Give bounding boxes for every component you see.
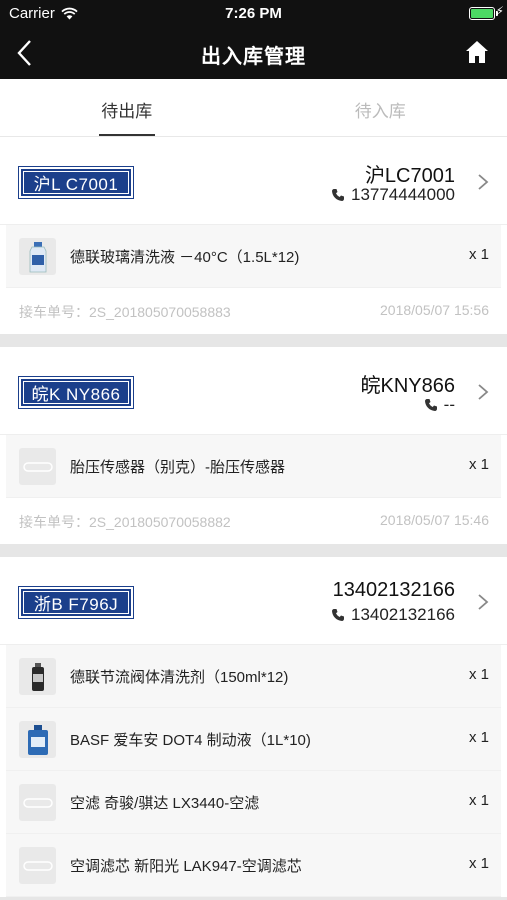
item-qty: x 1: [468, 729, 489, 746]
order-card: 沪L C7001 沪LC7001 13774444000 德联玻璃清洗液 －40…: [0, 137, 507, 334]
phone-line: 13402132166: [331, 605, 455, 625]
order-card: 浙B F796J 13402132166 13402132166 德联节流阀体清…: [0, 557, 507, 897]
license-plate: 沪L C7001: [18, 166, 134, 199]
status-bar: Carrier 7:26 PM ⚡: [0, 0, 507, 28]
item-qty: x 1: [468, 855, 489, 872]
status-time: 7:26 PM: [225, 5, 282, 22]
order-header[interactable]: 浙B F796J 13402132166 13402132166: [0, 557, 507, 645]
phone-icon: [424, 399, 437, 411]
order-footer: 接车单号：2S_201805070058882 2018/05/07 15:46: [0, 498, 507, 544]
list-item[interactable]: 胎压传感器（别克）-胎压传感器 x 1: [6, 435, 501, 498]
battery-icon: [469, 7, 498, 20]
license-plate: 浙B F796J: [18, 586, 134, 619]
phone-icon: [331, 609, 344, 621]
chevron-right-icon[interactable]: [477, 173, 489, 191]
item-name: 胎压传感器（别克）-胎压传感器: [70, 459, 285, 476]
item-name: 空滤 奇骏/骐达 LX3440-空滤: [70, 795, 260, 812]
tab-pending-inbound[interactable]: 待入库: [254, 79, 507, 136]
order-time: 2018/05/07 15:56: [380, 302, 489, 318]
order-number: 接车单号：2S_201805070058882: [19, 514, 231, 530]
list-item[interactable]: BASF 爱车安 DOT4 制动液（1L*10) x 1: [6, 708, 501, 771]
order-footer: 接车单号：2S_201805070058883 2018/05/07 15:56: [0, 288, 507, 334]
cleaner-can-icon: [19, 658, 56, 695]
page-title: 出入库管理: [201, 46, 306, 68]
item-name: 空调滤芯 新阳光 LAK947-空调滤芯: [70, 858, 302, 875]
charging-icon: ⚡: [495, 4, 504, 18]
list-item[interactable]: 德联节流阀体清洗剂（150ml*12) x 1: [6, 645, 501, 708]
nav-bar: 出入库管理: [0, 28, 507, 79]
phone-line: 13774444000: [331, 185, 455, 205]
washer-fluid-bottle-icon: [19, 238, 56, 275]
tab-bar: 待出库 待入库: [0, 79, 507, 137]
item-qty: x 1: [468, 246, 489, 263]
placeholder-image-icon: [19, 448, 56, 485]
phone-number: 13402132166: [350, 605, 455, 624]
item-name: BASF 爱车安 DOT4 制动液（1L*10): [70, 732, 311, 749]
phone-icon: [331, 189, 344, 201]
list-item[interactable]: 空滤 奇骏/骐达 LX3440-空滤 x 1: [6, 771, 501, 834]
item-name: 德联玻璃清洗液 －40°C（1.5L*12): [70, 249, 300, 266]
brake-fluid-bottle-icon: [19, 721, 56, 758]
order-card: 皖K NY866 皖KNY866 -- 胎压传感器（别克）-胎压传感器 x 1 …: [0, 347, 507, 544]
car-number: 皖KNY866: [360, 375, 456, 397]
home-icon[interactable]: [465, 40, 489, 64]
order-time: 2018/05/07 15:46: [380, 512, 489, 528]
order-number: 接车单号：2S_201805070058883: [19, 304, 231, 320]
license-plate: 皖K NY866: [18, 376, 134, 409]
tab-pending-outbound[interactable]: 待出库: [0, 79, 254, 136]
order-header[interactable]: 沪L C7001 沪LC7001 13774444000: [0, 137, 507, 225]
header: Carrier 7:26 PM ⚡ 出入库管理: [0, 0, 507, 79]
phone-number: --: [443, 395, 455, 414]
chevron-right-icon[interactable]: [477, 383, 489, 401]
item-qty: x 1: [468, 456, 489, 473]
item-qty: x 1: [468, 792, 489, 809]
order-header[interactable]: 皖K NY866 皖KNY866 --: [0, 347, 507, 435]
item-qty: x 1: [468, 666, 489, 683]
phone-line: --: [424, 395, 455, 415]
phone-number: 13774444000: [350, 185, 455, 204]
list-item[interactable]: 空调滤芯 新阳光 LAK947-空调滤芯 x 1: [6, 834, 501, 897]
car-number: 13402132166: [332, 579, 455, 601]
chevron-right-icon[interactable]: [477, 593, 489, 611]
car-number: 沪LC7001: [364, 165, 455, 187]
item-name: 德联节流阀体清洗剂（150ml*12): [70, 669, 289, 686]
placeholder-image-icon: [19, 847, 56, 884]
list-item[interactable]: 德联玻璃清洗液 －40°C（1.5L*12) x 1: [6, 225, 501, 288]
placeholder-image-icon: [19, 784, 56, 821]
